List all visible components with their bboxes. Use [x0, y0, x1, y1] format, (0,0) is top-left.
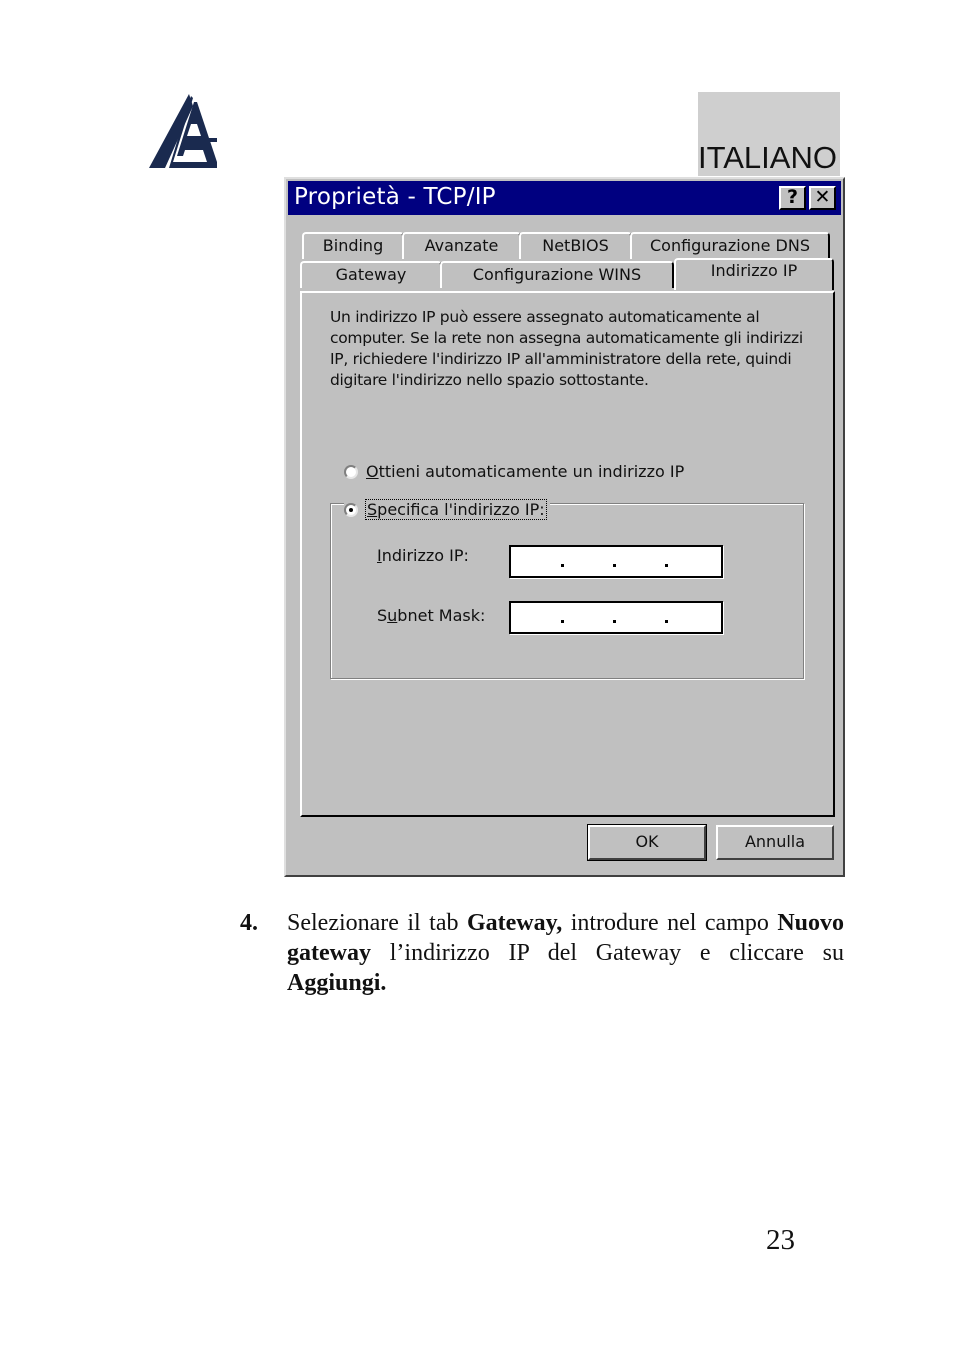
ip-address-label: Indirizzo IP:	[377, 546, 469, 565]
tab-label: Avanzate	[424, 236, 499, 255]
cancel-button[interactable]: Annulla	[716, 825, 834, 860]
label-text: ndirizzo IP:	[381, 546, 469, 565]
ip-separator	[613, 620, 616, 623]
tab-binding[interactable]: Binding	[302, 232, 404, 259]
tab-label: NetBIOS	[542, 236, 609, 255]
dialog-title: Proprietà - TCP/IP	[294, 184, 496, 210]
radio-checked-icon	[344, 503, 358, 517]
description-text: Un indirizzo IP può essere assegnato aut…	[330, 308, 803, 389]
tab-configurazione-dns[interactable]: Configurazione DNS	[630, 232, 830, 259]
radio-label: ttieni automaticamente un indirizzo IP	[378, 462, 685, 481]
radio-unchecked-icon	[344, 465, 358, 479]
dialog-titlebar: Proprietà - TCP/IP ? ✕	[288, 181, 841, 215]
tab-netbios[interactable]: NetBIOS	[519, 232, 632, 259]
label-text: bnet Mask:	[397, 606, 486, 625]
tab-label: Configurazione WINS	[472, 265, 642, 284]
radio-label: pecifica l'indirizzo IP:	[377, 500, 545, 519]
text-run-bold: Gateway,	[466, 910, 563, 936]
tcpip-properties-dialog: Proprietà - TCP/IP ? ✕ Binding Avanzate …	[284, 177, 845, 877]
text-run: introdure nel campo	[562, 910, 778, 936]
tab-label: Gateway	[335, 265, 407, 284]
page-number: 23	[766, 1224, 795, 1256]
text-run-bold: Aggiungi.	[287, 970, 387, 996]
ip-separator	[561, 564, 564, 567]
ok-button[interactable]: OK	[587, 824, 707, 861]
tab-label: Configurazione DNS	[649, 236, 810, 255]
step-text: Selezionare il tab Gateway, introdure ne…	[287, 908, 844, 998]
atlantis-logo-icon	[149, 94, 217, 168]
language-label: ITALIANO	[698, 140, 837, 175]
accelerator-key: S	[367, 500, 378, 519]
ip-separator	[665, 564, 668, 567]
close-icon: ✕	[814, 186, 831, 208]
radio-obtain-automatically[interactable]: Ottieni automaticamente un indirizzo IP	[344, 462, 684, 481]
specify-ip-groupbox: Indirizzo IP: Subnet Mask:	[330, 503, 804, 679]
tab-gateway[interactable]: Gateway	[300, 261, 442, 288]
ip-address-input[interactable]	[509, 545, 723, 578]
tab-label: Indirizzo IP	[710, 261, 798, 280]
text-run: Selezionare il tab	[287, 910, 467, 936]
text-run: l’indirizzo IP del Gateway e cliccare su	[370, 940, 844, 966]
tab-configurazione-wins[interactable]: Configurazione WINS	[440, 261, 674, 288]
label-text: S	[377, 606, 388, 625]
step-number: 4.	[240, 910, 258, 936]
accelerator-key: u	[387, 606, 398, 625]
ip-separator	[613, 564, 616, 567]
subnet-mask-label: Subnet Mask:	[377, 606, 485, 625]
focus-rect: Specifica l'indirizzo IP:	[365, 499, 547, 520]
tab-label: Binding	[322, 236, 384, 255]
tab-avanzate[interactable]: Avanzate	[402, 232, 521, 259]
close-button[interactable]: ✕	[809, 186, 836, 210]
tab-indirizzo-ip[interactable]: Indirizzo IP	[674, 258, 834, 290]
tab-panel-indirizzo-ip: Un indirizzo IP può essere assegnato aut…	[300, 291, 835, 817]
ip-separator	[665, 620, 668, 623]
accelerator-key: O	[366, 462, 379, 481]
subnet-mask-input[interactable]	[509, 601, 723, 634]
help-icon: ?	[786, 186, 799, 208]
ip-separator	[561, 620, 564, 623]
radio-specify-ip[interactable]: Specifica l'indirizzo IP:	[344, 499, 550, 520]
help-button[interactable]: ?	[779, 186, 806, 210]
